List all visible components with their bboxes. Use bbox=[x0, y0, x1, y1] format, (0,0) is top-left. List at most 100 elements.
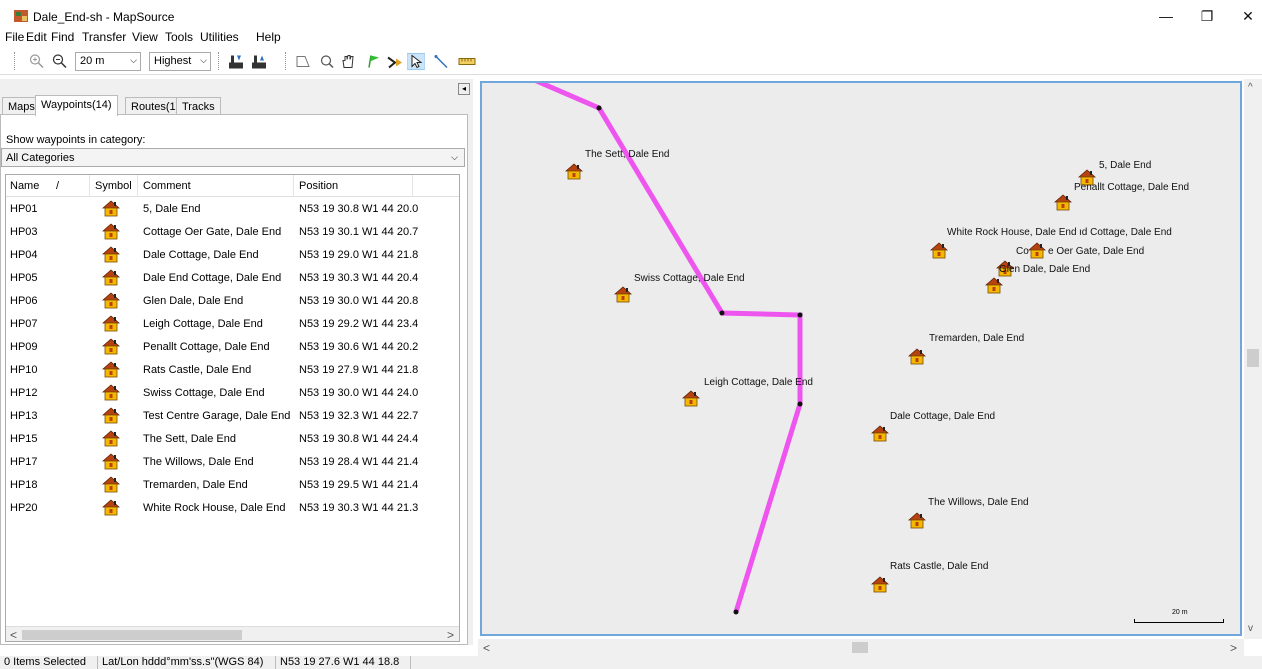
waypoint-tool-icon[interactable] bbox=[365, 52, 381, 71]
column-divider[interactable] bbox=[412, 175, 413, 197]
waypoint-label-5-dale-end[interactable]: 5, Dale End bbox=[1099, 160, 1151, 171]
house-icon[interactable] bbox=[929, 241, 949, 262]
list-item[interactable]: HP09 Penallt Cottage, Dale End N53 19 30.6… bbox=[6, 336, 459, 359]
receive-from-device-icon[interactable] bbox=[227, 52, 245, 71]
minimize-button[interactable]: — bbox=[1146, 4, 1186, 28]
menu-view[interactable]: View bbox=[132, 30, 158, 44]
waypoint-label-cottage-oer-gate-a[interactable]: Co bbox=[1016, 246, 1029, 257]
scroll-up-icon[interactable]: ^ bbox=[1248, 82, 1253, 93]
waypoint-label-glen-dale[interactable]: Glen Dale, Dale End bbox=[999, 264, 1090, 275]
column-header-symbol[interactable]: Symbol bbox=[95, 180, 132, 192]
tab-waypoints[interactable]: Waypoints(14) bbox=[35, 95, 118, 116]
list-item[interactable]: HP10 Rats Castle, Dale End N53 19 27.9 W1 … bbox=[6, 359, 459, 382]
list-item[interactable]: HP17 The Willows, Dale End N53 19 28.4 W1 … bbox=[6, 451, 459, 474]
tab-tracks[interactable]: Tracks bbox=[176, 97, 221, 115]
waypoint-label-swiss-cottage[interactable]: Swiss Cottage, Dale End bbox=[634, 273, 745, 284]
map-vertical-scrollbar[interactable]: ^ v bbox=[1244, 79, 1262, 639]
waypoint-label-dale-end-cottage[interactable]: ıd Cottage, Dale End bbox=[1079, 227, 1172, 238]
menu-edit[interactable]: Edit bbox=[26, 30, 47, 44]
menu-find[interactable]: Find bbox=[51, 30, 74, 44]
list-item[interactable]: HP03 Cottage Oer Gate, Dale End N53 19 30.… bbox=[6, 221, 459, 244]
scroll-down-icon[interactable]: v bbox=[1248, 623, 1253, 634]
waypoint-label-the-willows[interactable]: The Willows, Dale End bbox=[928, 497, 1029, 508]
waypoint-label-penallt-cottage[interactable]: Penallt Cottage, Dale End bbox=[1074, 182, 1189, 193]
send-to-device-icon[interactable] bbox=[250, 52, 268, 71]
house-icon[interactable] bbox=[984, 276, 1004, 297]
waypoint-label-dale-cottage[interactable]: Dale Cottage, Dale End bbox=[890, 411, 995, 422]
waypoint-comment: The Willows, Dale End bbox=[143, 456, 254, 468]
house-icon[interactable] bbox=[681, 389, 701, 410]
waypoint-label-the-sett[interactable]: The Sett, Dale End bbox=[585, 149, 670, 160]
column-divider[interactable] bbox=[293, 175, 294, 197]
list-item[interactable]: HP20 White Rock House, Dale End N53 19 30.… bbox=[6, 497, 459, 520]
house-icon[interactable] bbox=[870, 575, 890, 596]
column-divider[interactable] bbox=[137, 175, 138, 197]
house-icon[interactable] bbox=[1053, 193, 1073, 214]
menu-tools[interactable]: Tools bbox=[165, 30, 193, 44]
map-horizontal-scrollbar[interactable]: < > bbox=[478, 639, 1244, 656]
list-item[interactable]: HP13 Test Centre Garage, Dale End N53 19 3… bbox=[6, 405, 459, 428]
zoom-level-select[interactable]: 20 m ⌵ bbox=[75, 52, 141, 71]
restore-button[interactable]: ❐ bbox=[1187, 4, 1227, 28]
waypoint-comment: White Rock House, Dale End bbox=[143, 502, 286, 514]
waypoint-position: N53 19 30.0 W1 44 24.0 bbox=[299, 387, 419, 399]
hand-pan-icon[interactable] bbox=[339, 52, 357, 71]
house-icon[interactable] bbox=[907, 511, 927, 532]
zoom-tool-icon[interactable] bbox=[319, 52, 335, 71]
waypoint-position: N53 19 28.4 W1 44 21.4 bbox=[299, 456, 419, 468]
map-select-icon[interactable] bbox=[295, 52, 311, 71]
scroll-left-icon[interactable]: < bbox=[483, 641, 490, 655]
list-item[interactable]: HP18 Tremarden, Dale End N53 19 29.5 W1 44… bbox=[6, 474, 459, 497]
detail-level-select[interactable]: Highest ⌵ bbox=[149, 52, 211, 71]
route-point[interactable] bbox=[719, 310, 725, 316]
waypoint-comment: Rats Castle, Dale End bbox=[143, 364, 252, 376]
column-header-position[interactable]: Position bbox=[299, 180, 338, 192]
menu-transfer[interactable]: Transfer bbox=[82, 30, 126, 44]
scroll-thumb[interactable] bbox=[852, 642, 868, 653]
waypoint-label-tremarden[interactable]: Tremarden, Dale End bbox=[929, 333, 1024, 344]
zoom-in-icon[interactable] bbox=[29, 52, 45, 71]
house-icon[interactable] bbox=[1027, 241, 1047, 262]
map-canvas[interactable]: The Sett, Dale End Swiss Cottage, Dale E… bbox=[480, 81, 1242, 636]
house-icon[interactable] bbox=[564, 162, 584, 183]
menu-file[interactable]: File bbox=[5, 30, 24, 44]
ruler-icon[interactable] bbox=[458, 52, 476, 71]
list-item[interactable]: HP07 Leigh Cottage, Dale End N53 19 29.2 W… bbox=[6, 313, 459, 336]
scroll-left-icon[interactable]: < bbox=[10, 628, 17, 641]
column-header-name[interactable]: Name bbox=[10, 180, 39, 192]
route-point[interactable] bbox=[733, 609, 739, 615]
category-dropdown[interactable]: All Categories ⌵ bbox=[1, 148, 465, 167]
zoom-out-icon[interactable] bbox=[52, 52, 68, 71]
horizontal-scrollbar[interactable]: < > bbox=[6, 626, 459, 641]
menu-utilities[interactable]: Utilities bbox=[200, 30, 239, 44]
waypoint-label-cottage-oer-gate-b[interactable]: e Oer Gate, Dale End bbox=[1048, 246, 1144, 257]
list-item[interactable]: HP01 5, Dale End N53 19 30.8 W1 44 20.0 bbox=[6, 198, 459, 221]
menu-help[interactable]: Help bbox=[256, 30, 281, 44]
house-icon[interactable] bbox=[613, 285, 633, 306]
waypoint-label-rats-castle[interactable]: Rats Castle, Dale End bbox=[890, 561, 988, 572]
column-divider[interactable] bbox=[89, 175, 90, 197]
list-item[interactable]: HP04 Dale Cottage, Dale End N53 19 29.0 W1… bbox=[6, 244, 459, 267]
waypoint-name: HP13 bbox=[10, 410, 38, 422]
route-point[interactable] bbox=[797, 312, 803, 318]
column-header-comment[interactable]: Comment bbox=[143, 180, 191, 192]
list-item[interactable]: HP12 Swiss Cottage, Dale End N53 19 30.0 W… bbox=[6, 382, 459, 405]
route-point[interactable] bbox=[797, 401, 803, 407]
waypoint-label-white-rock-house[interactable]: White Rock House, Dale End bbox=[947, 227, 1077, 238]
scroll-thumb[interactable] bbox=[1247, 349, 1259, 367]
house-icon[interactable] bbox=[907, 347, 927, 368]
waypoint-label-leigh-cottage[interactable]: Leigh Cottage, Dale End bbox=[704, 377, 813, 388]
list-item[interactable]: HP05 Dale End Cottage, Dale End N53 19 30.… bbox=[6, 267, 459, 290]
scroll-right-icon[interactable]: > bbox=[447, 628, 454, 641]
house-icon[interactable] bbox=[870, 424, 890, 445]
distance-tool-icon[interactable] bbox=[433, 52, 449, 71]
collapse-panel-button[interactable]: ◂ bbox=[458, 83, 470, 95]
list-item[interactable]: HP15 The Sett, Dale End N53 19 30.8 W1 44 … bbox=[6, 428, 459, 451]
route-point[interactable] bbox=[596, 105, 602, 111]
close-button[interactable]: ✕ bbox=[1228, 4, 1262, 28]
scroll-thumb[interactable] bbox=[22, 630, 242, 640]
scroll-right-icon[interactable]: > bbox=[1230, 641, 1237, 655]
route-tool-icon[interactable] bbox=[386, 52, 404, 71]
selection-tool-icon[interactable] bbox=[407, 52, 425, 71]
list-item[interactable]: HP06 Glen Dale, Dale End N53 19 30.0 W1 44… bbox=[6, 290, 459, 313]
